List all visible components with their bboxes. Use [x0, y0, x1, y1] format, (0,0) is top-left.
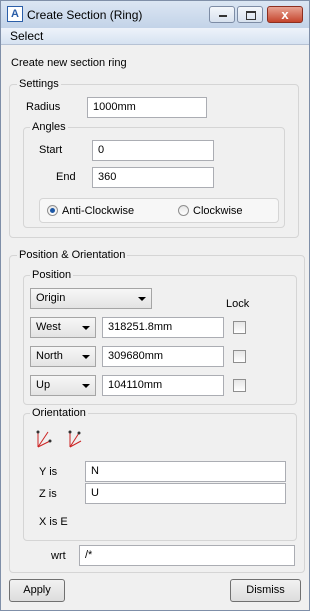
chevron-down-icon — [82, 355, 90, 359]
chevron-down-icon — [82, 326, 90, 330]
z-is-label: Z is — [39, 488, 57, 500]
radius-label: Radius — [26, 101, 61, 113]
axes-reset-icon[interactable] — [67, 430, 85, 450]
anticlockwise-radio[interactable] — [47, 205, 58, 216]
origin-select-value: Origin — [36, 292, 66, 304]
lock-label: Lock — [226, 298, 250, 310]
direction-select-north[interactable]: North — [30, 346, 96, 367]
apply-button[interactable]: Apply — [9, 579, 65, 602]
maximize-button[interactable] — [237, 6, 263, 23]
maximize-icon — [246, 11, 256, 20]
chevron-down-icon — [82, 384, 90, 388]
direction-select-west[interactable]: West — [30, 317, 96, 338]
minimize-icon — [219, 15, 227, 17]
orientation-legend: Orientation — [30, 407, 88, 419]
direction-select-value: West — [36, 321, 61, 333]
direction-select-value: Up — [36, 379, 51, 391]
dismiss-button[interactable]: Dismiss — [230, 579, 301, 602]
start-label: Start — [39, 144, 63, 156]
dialog-window: A Create Section (Ring) x Select Create … — [0, 0, 310, 611]
chevron-down-icon — [138, 297, 146, 301]
direction-select-up[interactable]: Up — [30, 375, 96, 396]
position-value-field[interactable]: 309680mm — [102, 346, 224, 367]
radius-field[interactable]: 1000mm — [87, 97, 207, 118]
close-button[interactable]: x — [267, 6, 303, 23]
header-text: Create new section ring — [11, 57, 127, 69]
wrt-field[interactable]: /* — [79, 545, 295, 566]
y-is-label: Y is — [39, 466, 58, 478]
position-orientation-legend: Position & Orientation — [17, 249, 128, 261]
position-value-field[interactable]: 318251.8mm — [102, 317, 224, 338]
menu-bar: Select — [1, 28, 309, 45]
clockwise-radio[interactable] — [178, 205, 189, 216]
y-is-field[interactable]: N — [85, 461, 286, 482]
angles-legend: Angles — [30, 121, 68, 133]
close-icon: x — [281, 7, 289, 22]
lock-checkbox-west[interactable] — [233, 321, 246, 334]
lock-checkbox-up[interactable] — [233, 379, 246, 392]
minimize-button[interactable] — [209, 6, 235, 23]
axes-orientation-icon[interactable] — [35, 430, 53, 450]
z-is-field[interactable]: U — [85, 483, 286, 504]
position-value-field[interactable]: 104110mm — [102, 375, 224, 396]
clockwise-label[interactable]: Clockwise — [193, 205, 243, 217]
start-angle-field[interactable]: 0 — [92, 140, 214, 161]
anticlockwise-label[interactable]: Anti-Clockwise — [62, 205, 134, 217]
settings-legend: Settings — [17, 78, 61, 90]
app-icon: A — [7, 6, 23, 22]
lock-checkbox-north[interactable] — [233, 350, 246, 363]
end-angle-field[interactable]: 360 — [92, 167, 214, 188]
window-title: Create Section (Ring) — [27, 8, 143, 22]
wrt-label: wrt — [51, 550, 66, 562]
title-bar[interactable]: A Create Section (Ring) x — [1, 1, 309, 29]
menu-select[interactable]: Select — [10, 29, 43, 43]
x-is-text: X is E — [39, 516, 68, 528]
end-label: End — [56, 171, 76, 183]
position-legend: Position — [30, 269, 74, 281]
origin-select[interactable]: Origin — [30, 288, 152, 309]
direction-select-value: North — [36, 350, 63, 362]
